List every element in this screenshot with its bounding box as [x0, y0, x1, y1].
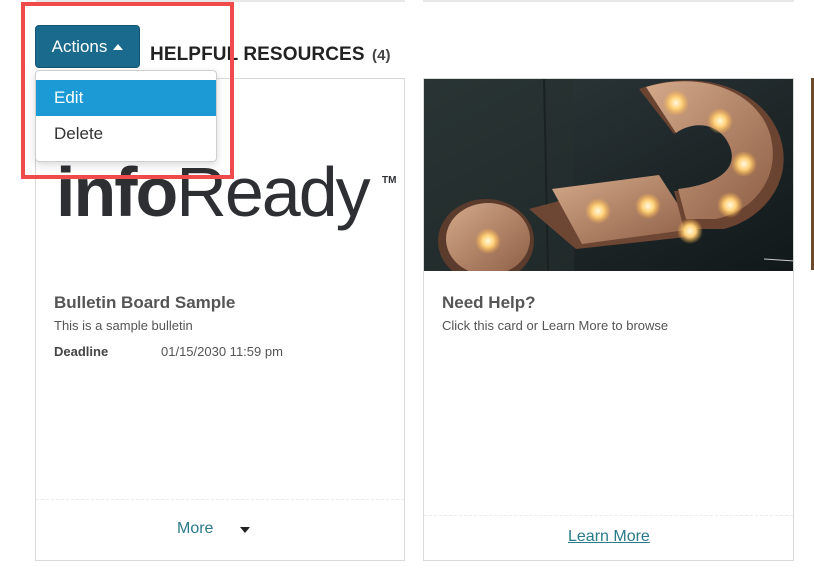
actions-button[interactable]: Actions — [35, 25, 140, 68]
card-footer: Learn More — [424, 515, 793, 560]
card-title[interactable]: Need Help? — [442, 293, 536, 313]
card-description: Click this card or Learn More to browse — [442, 318, 669, 333]
actions-button-label: Actions — [51, 36, 108, 56]
menu-item-delete[interactable]: Delete — [36, 116, 216, 152]
card-title[interactable]: Bulletin Board Sample — [54, 293, 235, 313]
question-mark-lights-icon — [424, 79, 793, 271]
deadline-label: Deadline — [54, 344, 109, 359]
card-footer: More — [36, 499, 404, 560]
caret-up-icon — [113, 43, 124, 50]
resource-card-need-help[interactable]: Need Help? Click this card or Learn More… — [423, 78, 794, 561]
menu-item-edit[interactable]: Edit — [36, 80, 216, 116]
logo-trademark: TM — [382, 175, 397, 186]
caret-down-icon[interactable] — [240, 527, 250, 533]
section-count: (4) — [372, 47, 391, 64]
question-mark-marquee-image — [424, 79, 793, 271]
actions-dropdown-menu: Edit Delete — [35, 70, 217, 162]
deadline-value: 01/15/2030 11:59 pm — [161, 344, 283, 359]
card-description: This is a sample bulletin — [54, 318, 193, 333]
top-divider — [423, 0, 794, 2]
learn-more-link[interactable]: Learn More — [568, 528, 650, 546]
more-link[interactable]: More — [177, 520, 213, 538]
